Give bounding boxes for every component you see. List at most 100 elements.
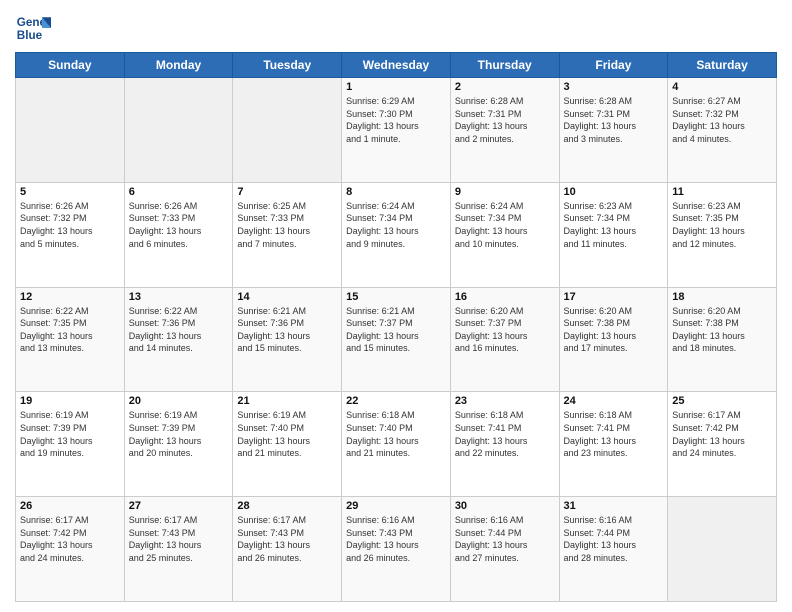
day-number: 11: [672, 186, 772, 198]
calendar-cell: 17 Sunrise: 6:20 AM Sunset: 7:38 PM Dayli…: [559, 287, 668, 392]
day-info: Sunrise: 6:16 AM Sunset: 7:44 PM Dayligh…: [564, 514, 664, 564]
day-info: Sunrise: 6:26 AM Sunset: 7:33 PM Dayligh…: [129, 200, 229, 250]
calendar-day-header: Tuesday: [233, 53, 342, 78]
calendar-cell: 31 Sunrise: 6:16 AM Sunset: 7:44 PM Dayli…: [559, 497, 668, 602]
calendar-table: SundayMondayTuesdayWednesdayThursdayFrid…: [15, 52, 777, 602]
day-number: 16: [455, 291, 555, 303]
day-info: Sunrise: 6:17 AM Sunset: 7:43 PM Dayligh…: [129, 514, 229, 564]
day-info: Sunrise: 6:28 AM Sunset: 7:31 PM Dayligh…: [455, 95, 555, 145]
calendar-cell: 27 Sunrise: 6:17 AM Sunset: 7:43 PM Dayli…: [124, 497, 233, 602]
calendar-day-header: Wednesday: [342, 53, 451, 78]
day-info: Sunrise: 6:19 AM Sunset: 7:39 PM Dayligh…: [20, 409, 120, 459]
generalblue-icon: General Blue: [15, 10, 51, 46]
calendar-cell: 28 Sunrise: 6:17 AM Sunset: 7:43 PM Dayli…: [233, 497, 342, 602]
day-number: 2: [455, 81, 555, 93]
calendar-cell: 8Sunrise: 6:24 AM Sunset: 7:34 PM Daylig…: [342, 182, 451, 287]
day-number: 20: [129, 395, 229, 407]
day-number: 1: [346, 81, 446, 93]
day-number: 18: [672, 291, 772, 303]
day-number: 29: [346, 500, 446, 512]
day-info: Sunrise: 6:28 AM Sunset: 7:31 PM Dayligh…: [564, 95, 664, 145]
calendar-cell: 12Sunrise: 6:22 AM Sunset: 7:35 PM Dayli…: [16, 287, 125, 392]
calendar-cell: 26 Sunrise: 6:17 AM Sunset: 7:42 PM Dayli…: [16, 497, 125, 602]
calendar-cell: [233, 78, 342, 183]
day-number: 22: [346, 395, 446, 407]
day-info: Sunrise: 6:19 AM Sunset: 7:39 PM Dayligh…: [129, 409, 229, 459]
calendar-cell: 19 Sunrise: 6:19 AM Sunset: 7:39 PM Dayli…: [16, 392, 125, 497]
calendar-cell: 23Sunrise: 6:18 AM Sunset: 7:41 PM Dayli…: [450, 392, 559, 497]
day-number: 19: [20, 395, 120, 407]
calendar-cell: 18 Sunrise: 6:20 AM Sunset: 7:38 PM Dayli…: [668, 287, 777, 392]
day-number: 5: [20, 186, 120, 198]
day-info: Sunrise: 6:21 AM Sunset: 7:36 PM Dayligh…: [237, 305, 337, 355]
calendar-cell: 9 Sunrise: 6:24 AM Sunset: 7:34 PM Daylig…: [450, 182, 559, 287]
calendar-cell: 16 Sunrise: 6:20 AM Sunset: 7:37 PM Dayli…: [450, 287, 559, 392]
calendar-week-row: 5 Sunrise: 6:26 AM Sunset: 7:32 PM Daylig…: [16, 182, 777, 287]
page: General Blue SundayMondayTuesdayWednesda…: [0, 0, 792, 612]
day-number: 4: [672, 81, 772, 93]
day-number: 31: [564, 500, 664, 512]
day-info: Sunrise: 6:25 AM Sunset: 7:33 PM Dayligh…: [237, 200, 337, 250]
day-info: Sunrise: 6:17 AM Sunset: 7:43 PM Dayligh…: [237, 514, 337, 564]
calendar-cell: 1 Sunrise: 6:29 AM Sunset: 7:30 PM Daylig…: [342, 78, 451, 183]
day-info: Sunrise: 6:18 AM Sunset: 7:40 PM Dayligh…: [346, 409, 446, 459]
calendar-cell: 11 Sunrise: 6:23 AM Sunset: 7:35 PM Dayli…: [668, 182, 777, 287]
calendar-week-row: 19 Sunrise: 6:19 AM Sunset: 7:39 PM Dayli…: [16, 392, 777, 497]
day-number: 7: [237, 186, 337, 198]
day-info: Sunrise: 6:17 AM Sunset: 7:42 PM Dayligh…: [672, 409, 772, 459]
calendar-cell: 14 Sunrise: 6:21 AM Sunset: 7:36 PM Dayli…: [233, 287, 342, 392]
calendar-day-header: Thursday: [450, 53, 559, 78]
day-info: Sunrise: 6:27 AM Sunset: 7:32 PM Dayligh…: [672, 95, 772, 145]
day-info: Sunrise: 6:20 AM Sunset: 7:37 PM Dayligh…: [455, 305, 555, 355]
calendar-cell: 3 Sunrise: 6:28 AM Sunset: 7:31 PM Daylig…: [559, 78, 668, 183]
day-info: Sunrise: 6:23 AM Sunset: 7:34 PM Dayligh…: [564, 200, 664, 250]
day-info: Sunrise: 6:24 AM Sunset: 7:34 PM Dayligh…: [455, 200, 555, 250]
day-number: 13: [129, 291, 229, 303]
day-number: 30: [455, 500, 555, 512]
day-info: Sunrise: 6:20 AM Sunset: 7:38 PM Dayligh…: [672, 305, 772, 355]
day-info: Sunrise: 6:16 AM Sunset: 7:43 PM Dayligh…: [346, 514, 446, 564]
calendar-day-header: Sunday: [16, 53, 125, 78]
calendar-week-row: 26 Sunrise: 6:17 AM Sunset: 7:42 PM Dayli…: [16, 497, 777, 602]
calendar-cell: 24Sunrise: 6:18 AM Sunset: 7:41 PM Dayli…: [559, 392, 668, 497]
day-info: Sunrise: 6:20 AM Sunset: 7:38 PM Dayligh…: [564, 305, 664, 355]
day-number: 10: [564, 186, 664, 198]
calendar-week-row: 12Sunrise: 6:22 AM Sunset: 7:35 PM Dayli…: [16, 287, 777, 392]
calendar-cell: 30 Sunrise: 6:16 AM Sunset: 7:44 PM Dayli…: [450, 497, 559, 602]
day-number: 26: [20, 500, 120, 512]
day-number: 9: [455, 186, 555, 198]
day-number: 27: [129, 500, 229, 512]
calendar-cell: 21 Sunrise: 6:19 AM Sunset: 7:40 PM Dayli…: [233, 392, 342, 497]
svg-text:Blue: Blue: [17, 29, 43, 42]
day-number: 28: [237, 500, 337, 512]
day-number: 17: [564, 291, 664, 303]
day-info: Sunrise: 6:16 AM Sunset: 7:44 PM Dayligh…: [455, 514, 555, 564]
day-number: 6: [129, 186, 229, 198]
day-info: Sunrise: 6:19 AM Sunset: 7:40 PM Dayligh…: [237, 409, 337, 459]
calendar-cell: 29 Sunrise: 6:16 AM Sunset: 7:43 PM Dayli…: [342, 497, 451, 602]
day-info: Sunrise: 6:22 AM Sunset: 7:35 PM Dayligh…: [20, 305, 120, 355]
logo: General Blue: [15, 10, 51, 46]
calendar-cell: 25Sunrise: 6:17 AM Sunset: 7:42 PM Dayli…: [668, 392, 777, 497]
day-number: 21: [237, 395, 337, 407]
day-number: 14: [237, 291, 337, 303]
day-info: Sunrise: 6:21 AM Sunset: 7:37 PM Dayligh…: [346, 305, 446, 355]
day-info: Sunrise: 6:26 AM Sunset: 7:32 PM Dayligh…: [20, 200, 120, 250]
calendar-cell: 15 Sunrise: 6:21 AM Sunset: 7:37 PM Dayli…: [342, 287, 451, 392]
day-info: Sunrise: 6:18 AM Sunset: 7:41 PM Dayligh…: [564, 409, 664, 459]
calendar-day-header: Friday: [559, 53, 668, 78]
calendar-cell: [124, 78, 233, 183]
calendar-cell: 13 Sunrise: 6:22 AM Sunset: 7:36 PM Dayli…: [124, 287, 233, 392]
calendar-week-row: 1 Sunrise: 6:29 AM Sunset: 7:30 PM Daylig…: [16, 78, 777, 183]
calendar-cell: 2 Sunrise: 6:28 AM Sunset: 7:31 PM Daylig…: [450, 78, 559, 183]
day-info: Sunrise: 6:17 AM Sunset: 7:42 PM Dayligh…: [20, 514, 120, 564]
day-number: 3: [564, 81, 664, 93]
calendar-header-row: SundayMondayTuesdayWednesdayThursdayFrid…: [16, 53, 777, 78]
day-info: Sunrise: 6:29 AM Sunset: 7:30 PM Dayligh…: [346, 95, 446, 145]
calendar-cell: 20 Sunrise: 6:19 AM Sunset: 7:39 PM Dayli…: [124, 392, 233, 497]
calendar-cell: 5 Sunrise: 6:26 AM Sunset: 7:32 PM Daylig…: [16, 182, 125, 287]
day-info: Sunrise: 6:23 AM Sunset: 7:35 PM Dayligh…: [672, 200, 772, 250]
day-number: 15: [346, 291, 446, 303]
day-info: Sunrise: 6:22 AM Sunset: 7:36 PM Dayligh…: [129, 305, 229, 355]
day-info: Sunrise: 6:18 AM Sunset: 7:41 PM Dayligh…: [455, 409, 555, 459]
